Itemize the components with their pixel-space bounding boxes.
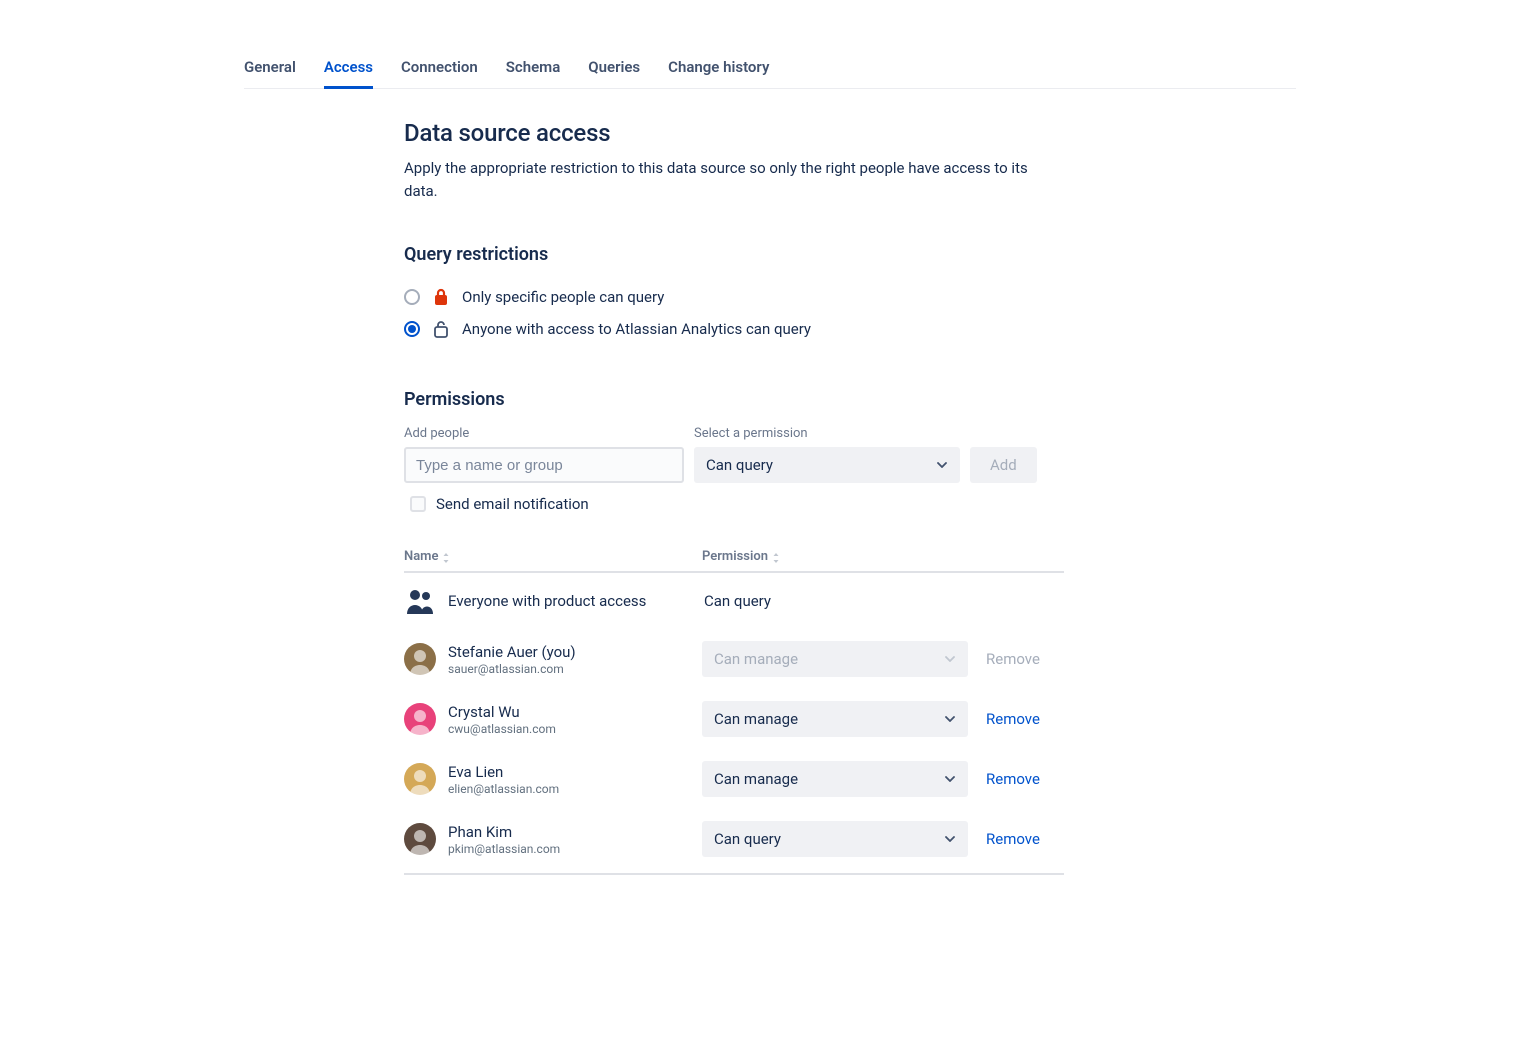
add-people-input[interactable] <box>404 447 684 483</box>
chevron-down-icon <box>944 653 956 665</box>
user-email: cwu@atlassian.com <box>448 722 556 736</box>
user-email: elien@atlassian.com <box>448 782 559 796</box>
table-row: Crystal Wucwu@atlassian.com Can manage Rem… <box>404 689 1064 749</box>
tab-queries[interactable]: Queries <box>588 50 640 89</box>
user-name: Eva Lien <box>448 763 559 781</box>
query-restriction-label: Anyone with access to Atlassian Analytic… <box>462 320 811 338</box>
name-cell: Phan Kimpkim@atlassian.com <box>404 823 702 856</box>
tab-schema[interactable]: Schema <box>506 50 561 89</box>
column-header-permission[interactable]: Permission <box>702 549 780 564</box>
add-people-label: Add people <box>404 426 684 441</box>
remove-button[interactable]: Remove <box>986 830 1040 848</box>
name-cell: Eva Lienelien@atlassian.com <box>404 763 702 796</box>
table-row: Stefanie Auer (you)sauer@atlassian.com Ca… <box>404 629 1064 689</box>
permission-dropdown: Can manage <box>702 641 968 677</box>
permission-dropdown[interactable]: Can manage <box>702 761 968 797</box>
lock-open-icon <box>432 319 450 339</box>
permission-value: Can manage <box>714 770 798 788</box>
user-email: sauer@atlassian.com <box>448 662 576 676</box>
permissions-heading: Permissions <box>404 389 1064 410</box>
page-title: Data source access <box>404 119 1064 147</box>
query-restriction-option[interactable]: Anyone with access to Atlassian Analytic… <box>404 313 1064 345</box>
permission-value: Can manage <box>714 650 798 668</box>
sort-icon <box>442 552 450 562</box>
column-header-name[interactable]: Name <box>404 549 702 564</box>
radio-button[interactable] <box>404 321 420 337</box>
select-permission-dropdown[interactable]: Can query <box>694 447 960 483</box>
tab-access[interactable]: Access <box>324 50 373 89</box>
chevron-down-icon <box>944 773 956 785</box>
table-row: Phan Kimpkim@atlassian.com Can query Remov… <box>404 809 1064 869</box>
remove-button: Remove <box>986 650 1040 668</box>
group-icon <box>404 585 436 617</box>
user-name: Everyone with product access <box>448 592 646 610</box>
query-restriction-option[interactable]: Only specific people can query <box>404 281 1064 313</box>
select-permission-value: Can query <box>706 456 773 474</box>
page-subtitle: Apply the appropriate restriction to thi… <box>404 157 1064 202</box>
avatar <box>404 763 436 795</box>
query-restriction-label: Only specific people can query <box>462 288 664 306</box>
name-cell: Crystal Wucwu@atlassian.com <box>404 703 702 736</box>
send-email-label: Send email notification <box>436 495 589 513</box>
query-restrictions-group: Only specific people can query Anyone wit… <box>404 281 1064 345</box>
user-name: Crystal Wu <box>448 703 556 721</box>
user-email: pkim@atlassian.com <box>448 842 560 856</box>
name-cell: Everyone with product access <box>404 585 702 617</box>
tab-connection[interactable]: Connection <box>401 50 478 89</box>
remove-button[interactable]: Remove <box>986 770 1040 788</box>
tab-bar: General Access Connection Schema Queries Chan… <box>244 50 1296 89</box>
name-cell: Stefanie Auer (you)sauer@atlassian.com <box>404 643 702 676</box>
remove-button[interactable]: Remove <box>986 710 1040 728</box>
permission-value: Can query <box>702 592 968 610</box>
user-name: Stefanie Auer (you) <box>448 643 576 661</box>
avatar <box>404 643 436 675</box>
lock-closed-icon <box>432 287 450 307</box>
permission-value: Can query <box>714 830 781 848</box>
permission-dropdown[interactable]: Can manage <box>702 701 968 737</box>
add-button[interactable]: Add <box>970 447 1037 483</box>
chevron-down-icon <box>944 713 956 725</box>
table-row: Everyone with product access Can query <box>404 573 1064 629</box>
chevron-down-icon <box>944 833 956 845</box>
chevron-down-icon <box>936 459 948 471</box>
table-row: Eva Lienelien@atlassian.com Can manage Rem… <box>404 749 1064 809</box>
sort-icon <box>772 552 780 562</box>
permission-value: Can manage <box>714 710 798 728</box>
tab-change-history[interactable]: Change history <box>668 50 769 89</box>
send-email-checkbox[interactable] <box>410 496 426 512</box>
content-area: Data source access Apply the appropriate… <box>404 89 1064 875</box>
tab-general[interactable]: General <box>244 50 296 89</box>
query-restrictions-heading: Query restrictions <box>404 244 1064 265</box>
permissions-table: Name Permission Everyone with product ac… <box>404 549 1064 875</box>
avatar <box>404 703 436 735</box>
select-permission-label: Select a permission <box>694 426 960 441</box>
radio-button[interactable] <box>404 289 420 305</box>
permission-dropdown[interactable]: Can query <box>702 821 968 857</box>
user-name: Phan Kim <box>448 823 560 841</box>
avatar <box>404 823 436 855</box>
